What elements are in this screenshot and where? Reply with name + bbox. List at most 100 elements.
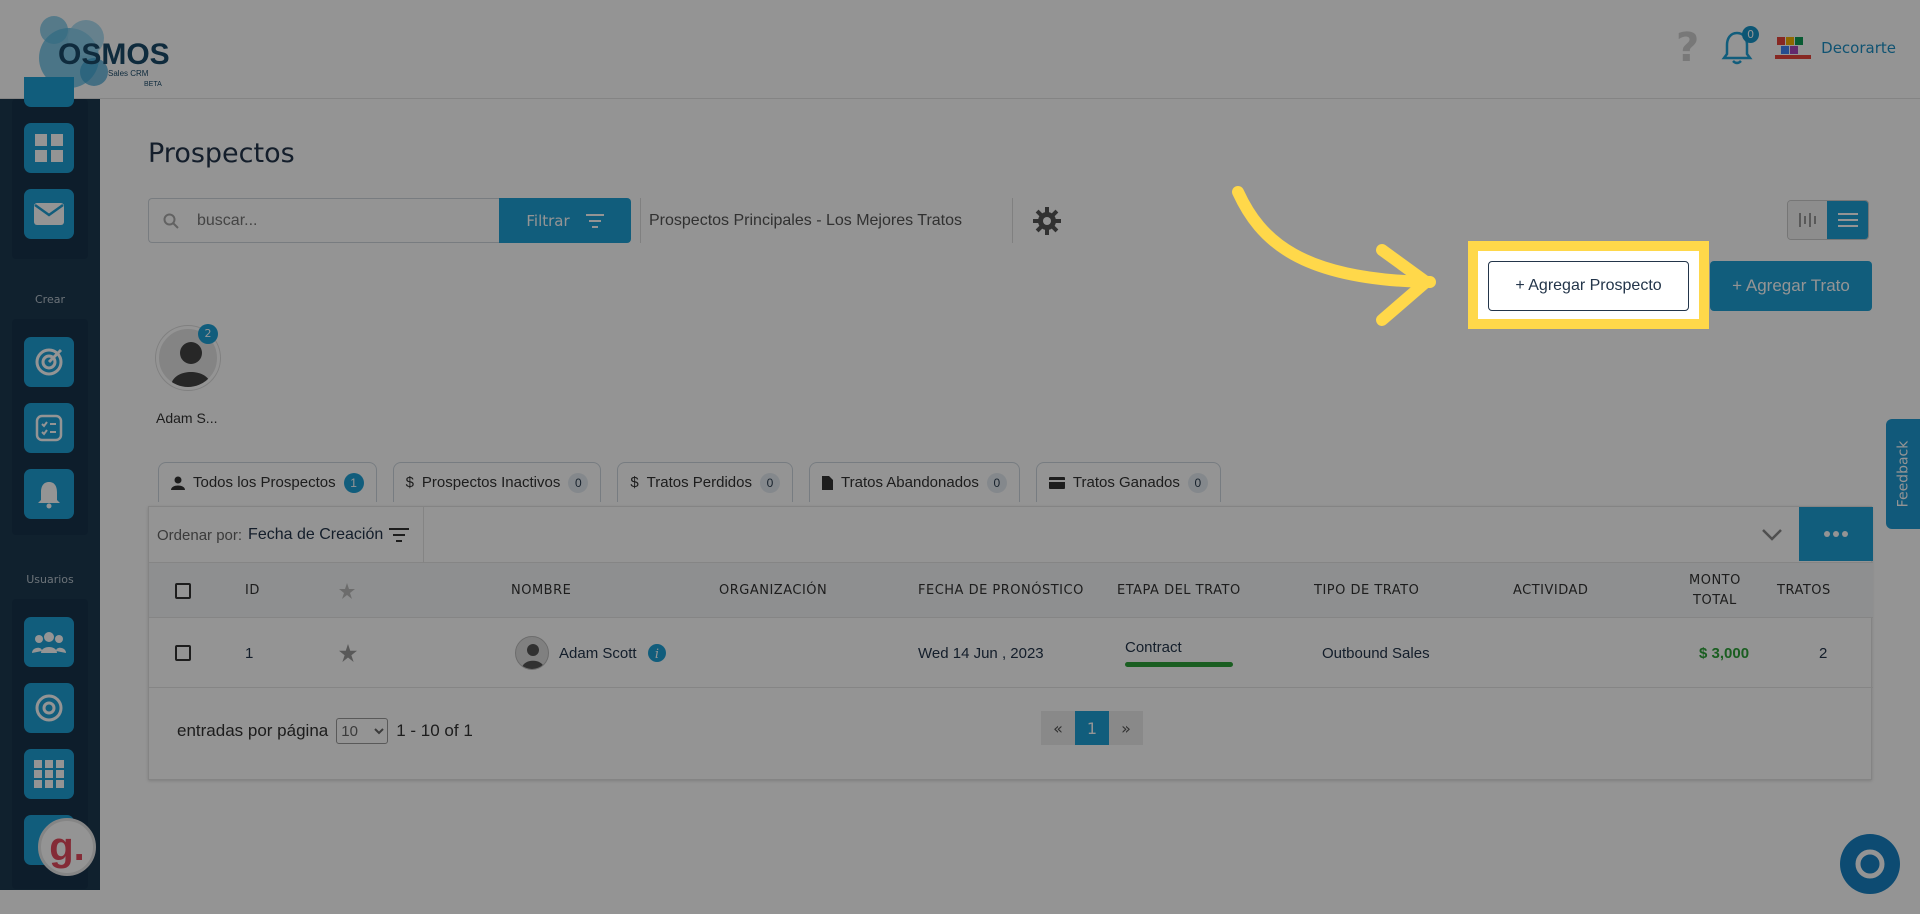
list-icon (1837, 213, 1858, 227)
star-icon (339, 644, 357, 662)
sidebar-item-mail[interactable] (24, 189, 74, 239)
contact-name[interactable]: Adam Scott (559, 645, 637, 662)
svg-text:BETA: BETA (144, 81, 162, 88)
filter-button[interactable]: Filtrar (499, 198, 631, 243)
sidebar: Crear Usuarios (0, 77, 100, 890)
column-total-amount[interactable]: MONTO TOTAL (1689, 563, 1741, 618)
prev-page-button[interactable]: « (1041, 711, 1075, 745)
add-prospect-button[interactable]: + Agregar Prospecto (1488, 261, 1689, 311)
prospect-tabs: Todos los Prospectos 1 $ Prospectos Inac… (158, 462, 1221, 502)
sidebar-item-grid[interactable] (24, 749, 74, 799)
filter-icon (585, 213, 604, 228)
document-icon (822, 475, 833, 490)
column-deal-type[interactable]: TIPO DE TRATO (1314, 563, 1419, 618)
contact-avatar (515, 636, 549, 670)
range-text: 1 - 10 of 1 (396, 721, 473, 740)
tab-won-deals[interactable]: Tratos Ganados 0 (1035, 462, 1221, 502)
pagination: « 1 » (1041, 711, 1143, 745)
notification-count-badge: 0 (1742, 26, 1760, 43)
tab-abandoned-deals[interactable]: Tratos Abandonados 0 (809, 462, 1020, 502)
view-settings[interactable] (1012, 198, 1061, 243)
search-icon (163, 213, 179, 229)
sidebar-item-reminders[interactable] (24, 469, 74, 519)
filter-label: Filtrar (526, 211, 570, 230)
tab-label: Todos los Prospectos (193, 474, 336, 491)
chat-launcher[interactable] (1840, 834, 1900, 894)
sort-icon (389, 528, 410, 542)
feedback-tab[interactable]: Feedback (1886, 419, 1920, 529)
table-footer: entradas por página 10 1 - 10 of 1 « 1 » (149, 688, 1873, 780)
table-header: ID NOMBRE ORGANIZACIÓN FECHA DE PRONÓSTI… (149, 563, 1873, 618)
chevron-down-icon (1762, 529, 1782, 541)
sidebar-item-partial[interactable] (24, 77, 74, 107)
users-icon (32, 632, 66, 653)
search-input[interactable] (197, 211, 477, 230)
sidebar-item-tasks[interactable] (24, 403, 74, 453)
sort-bar: Ordenar por: Fecha de Creación (149, 507, 1873, 563)
column-name[interactable]: NOMBRE (511, 563, 571, 618)
saved-view-name[interactable]: Prospectos Principales - Los Mejores Tra… (640, 198, 978, 243)
owner-name: Adam S... (156, 410, 218, 426)
add-deal-button[interactable]: + Agregar Trato (1710, 261, 1872, 311)
sidebar-item-users[interactable] (24, 617, 74, 667)
logo-text: OSMOS (58, 38, 170, 71)
select-all-checkbox[interactable] (175, 582, 191, 599)
sort-control[interactable]: Ordenar por: Fecha de Creación (157, 507, 425, 563)
tab-label: Prospectos Inactivos (421, 474, 561, 491)
star-icon (339, 582, 355, 599)
column-forecast-date[interactable]: FECHA DE PRONÓSTICO (918, 563, 1084, 618)
help-icon[interactable]: ? (1676, 28, 1699, 68)
alarm-bell-icon (38, 482, 60, 509)
guide-widget-icon[interactable]: g. (38, 818, 96, 876)
next-page-button[interactable]: » (1109, 711, 1143, 745)
column-activity[interactable]: ACTIVIDAD (1513, 563, 1588, 618)
sidebar-item-prospect-target[interactable] (24, 337, 74, 387)
company-logo (1775, 37, 1812, 59)
gear-icon (1033, 206, 1061, 235)
sidebar-item-dashboard[interactable] (24, 123, 74, 173)
column-deals[interactable]: TRATOS (1777, 563, 1831, 618)
top-bar: OSMOS Sales CRM BETA ? 0 Decorarte (0, 0, 1920, 99)
table-row[interactable]: 1 Adam Scott i Wed 14 Jun , 2023 Contrac… (149, 618, 1873, 688)
mail-icon (34, 203, 64, 225)
tab-count: 0 (760, 472, 780, 493)
row-checkbox[interactable] (175, 645, 191, 661)
column-id[interactable]: ID (245, 563, 260, 618)
row-favorite[interactable] (339, 618, 357, 688)
company-menu[interactable]: Decorarte (1775, 35, 1896, 61)
sidebar-item-goals[interactable] (24, 683, 74, 733)
info-icon[interactable]: i (647, 643, 667, 663)
list-view-button[interactable] (1827, 201, 1868, 239)
tab-count: 1 (343, 472, 364, 493)
sort-value: Fecha de Creación (248, 526, 384, 543)
page-title: Prospectos (148, 138, 295, 169)
collapse-button[interactable] (1761, 521, 1783, 551)
stage-progress-bar (1125, 662, 1233, 667)
pipeline-icon (1798, 213, 1816, 227)
notification-bell-icon[interactable]: 0 (1721, 26, 1760, 66)
row-deal-type: Outbound Sales (1322, 644, 1430, 662)
owner-deal-count: 2 (198, 324, 218, 344)
tab-inactive-prospects[interactable]: $ Prospectos Inactivos 0 (392, 462, 602, 502)
tutorial-arrow-icon (1232, 186, 1436, 326)
more-options-button[interactable] (1799, 507, 1873, 561)
per-page-select[interactable]: 10 (336, 718, 389, 744)
svg-text:Sales CRM: Sales CRM (108, 69, 149, 78)
column-star (339, 563, 355, 618)
user-icon (171, 476, 185, 490)
target-icon (35, 348, 63, 376)
column-deal-stage[interactable]: ETAPA DEL TRATO (1117, 563, 1241, 618)
grid-icon (34, 760, 64, 788)
tab-lost-deals[interactable]: $ Tratos Perdidos 0 (617, 462, 793, 502)
company-name: Decorarte (1821, 39, 1896, 57)
tab-label: Tratos Abandonados (841, 474, 979, 491)
dollar-icon: $ (630, 474, 639, 491)
dollar-icon: $ (405, 474, 414, 491)
pipeline-view-button[interactable] (1788, 201, 1828, 239)
sort-label: Ordenar por: (157, 526, 243, 544)
prospects-table-card: Ordenar por: Fecha de Creación ID NOMBRE… (148, 506, 1873, 780)
column-organization[interactable]: ORGANIZACIÓN (719, 563, 827, 618)
tab-all-prospects[interactable]: Todos los Prospectos 1 (158, 462, 377, 502)
page-1-button[interactable]: 1 (1075, 711, 1109, 745)
row-deal-stage[interactable]: Contract (1125, 618, 1233, 688)
